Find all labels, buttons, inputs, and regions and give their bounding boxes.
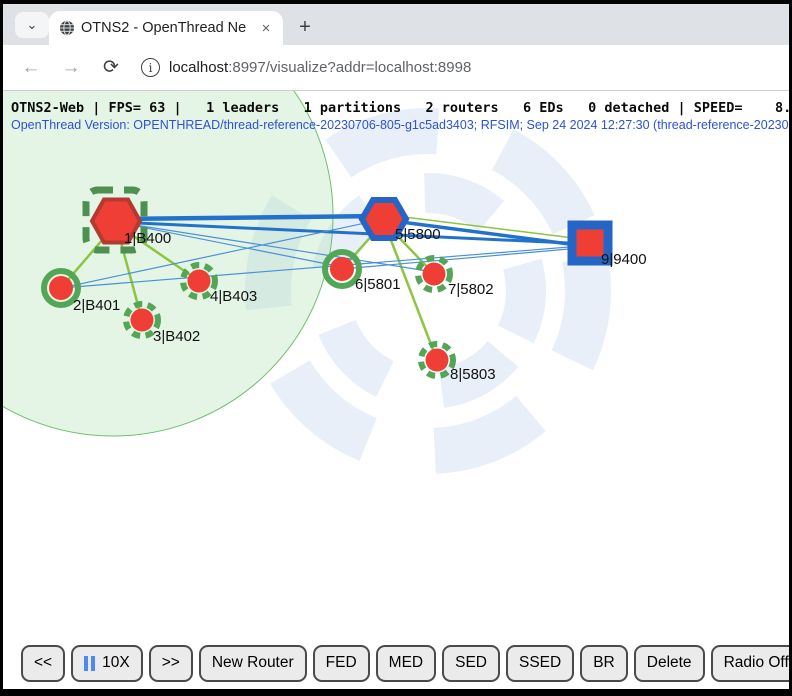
node-label: 8|5803: [450, 366, 496, 383]
version-line: OpenThread Version: OPENTHREAD/thread-re…: [11, 118, 789, 132]
chevron-down-icon: ⌄: [27, 17, 38, 33]
url-path: :8997/visualize?addr=localhost:8998: [228, 59, 471, 76]
tab-title: OTNS2 - OpenThread Ne: [81, 20, 251, 36]
tab-close-icon[interactable]: ×: [257, 19, 275, 37]
sed-button[interactable]: SED: [442, 645, 500, 682]
end-device-dot: [131, 309, 154, 332]
action-toolbar: << 10X >> New RouterFEDMEDSEDSSEDBRDelet…: [3, 637, 789, 689]
med-button[interactable]: MED: [376, 645, 436, 682]
status-line: OTNS2-Web | FPS= 63 | 1 leaders 1 partit…: [11, 100, 789, 116]
node-label: 1|B400: [124, 230, 171, 247]
delete-button[interactable]: Delete: [634, 645, 705, 682]
speed-pause-button[interactable]: 10X: [71, 645, 143, 682]
node-label: 4|B403: [210, 288, 257, 305]
end-device-dot: [330, 257, 354, 281]
url-host: localhost: [169, 59, 228, 76]
node-label: 9|9400: [601, 251, 647, 268]
radio-link: [116, 216, 384, 219]
tab-strip: ⌄ OTNS2 - OpenThread Ne × +: [3, 4, 789, 45]
url-bar: ← → ⟳ i localhost:8997/visualize?addr=lo…: [3, 45, 789, 91]
end-device-dot: [188, 270, 211, 293]
node-7-5802[interactable]: 7|5802: [418, 258, 494, 298]
end-device-dot: [49, 276, 73, 300]
br-button[interactable]: BR: [580, 645, 628, 682]
end-device-dot: [423, 263, 446, 286]
address-text[interactable]: localhost:8997/visualize?addr=localhost:…: [169, 59, 471, 76]
new-router-button[interactable]: New Router: [199, 645, 307, 682]
node-label: 6|5801: [355, 276, 401, 293]
forward-icon[interactable]: →: [59, 57, 83, 79]
back-icon[interactable]: ←: [19, 57, 43, 79]
new-tab-button[interactable]: +: [291, 13, 319, 41]
browser-tab[interactable]: OTNS2 - OpenThread Ne ×: [49, 11, 283, 45]
speed-up-button[interactable]: >>: [149, 645, 193, 682]
globe-icon: [59, 20, 75, 36]
screenshot-frame: ⌄ OTNS2 - OpenThread Ne × + ←: [0, 0, 792, 696]
node-label: 5|5800: [395, 226, 441, 243]
speed-down-button[interactable]: <<: [21, 645, 65, 682]
node-label: 2|B401: [73, 297, 120, 314]
tab-search-button[interactable]: ⌄: [15, 12, 49, 38]
node-9-9400[interactable]: 9|9400: [568, 221, 647, 269]
pause-icon: [84, 656, 95, 671]
node-label: 7|5802: [448, 281, 494, 298]
node-label: 3|B402: [153, 328, 200, 345]
end-device-dot: [426, 349, 449, 372]
radio-off-button[interactable]: Radio Off: [711, 645, 789, 682]
otns-canvas[interactable]: 1|B400 2|B401 3|B402 4|B403 5|5800 6|5801 7|58…: [3, 91, 789, 643]
info-icon[interactable]: i: [141, 58, 160, 77]
speed-label: 10X: [102, 654, 130, 672]
fed-button[interactable]: FED: [313, 645, 370, 682]
ssed-button[interactable]: SSED: [506, 645, 574, 682]
browser-window: ⌄ OTNS2 - OpenThread Ne × + ←: [3, 4, 789, 689]
reload-icon[interactable]: ⟳: [99, 56, 123, 79]
network-graph[interactable]: 1|B400 2|B401 3|B402 4|B403 5|5800 6|5801 7|58…: [3, 91, 789, 643]
border-router-core: [577, 230, 604, 257]
